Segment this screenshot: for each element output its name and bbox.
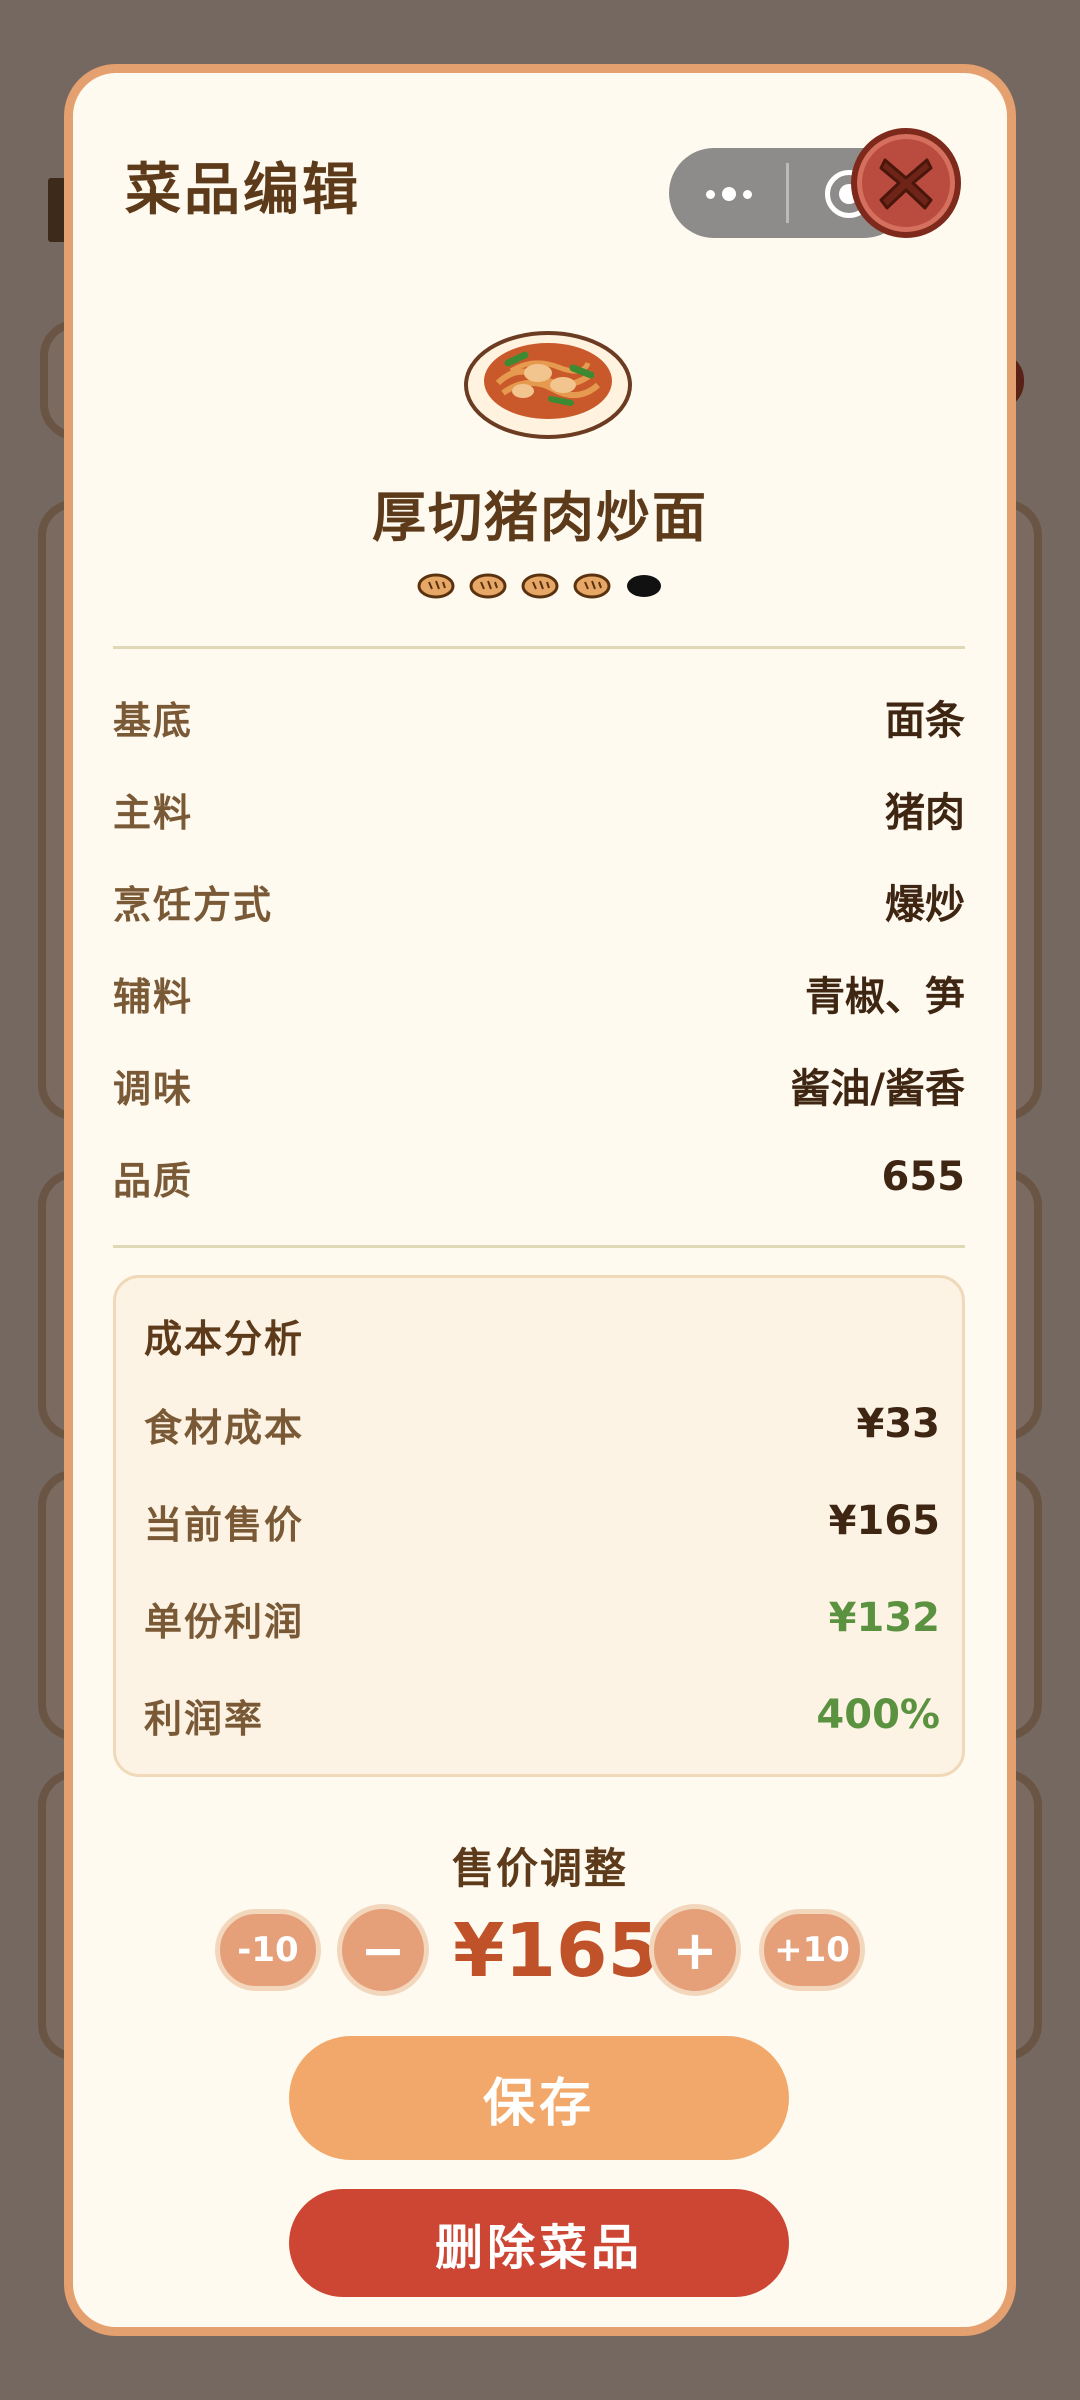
dish-name: 厚切猪肉炒面: [372, 486, 708, 549]
save-button[interactable]: 保存: [289, 2036, 789, 2160]
close-icon: [879, 158, 933, 210]
cost-value: ¥33: [856, 1401, 941, 1447]
noodle-dish-icon: [464, 331, 632, 439]
detail-label: 调味: [113, 1066, 194, 1111]
detail-row-side: 辅料 青椒、笋: [113, 963, 965, 1023]
more-dots-icon[interactable]: [699, 174, 759, 214]
cost-row-margin: 利润率 400%: [144, 1685, 940, 1745]
bread-empty-icon: [627, 575, 661, 597]
capsule-divider: [786, 163, 789, 223]
price-display: ¥165: [453, 1908, 659, 1994]
plus-button[interactable]: +: [649, 1904, 741, 1996]
detail-row-method: 烹饪方式 爆炒: [113, 871, 965, 931]
cost-label: 单份利润: [144, 1599, 305, 1644]
delete-dish-button[interactable]: 删除菜品: [289, 2189, 789, 2297]
detail-row-quality: 品质 655: [113, 1147, 965, 1207]
cost-row-price: 当前售价 ¥165: [144, 1491, 940, 1551]
modal-title: 菜品编辑: [125, 158, 361, 223]
divider: [113, 1245, 965, 1248]
bread-icon: [573, 573, 611, 599]
detail-label: 主料: [113, 790, 194, 835]
cost-row-ingredient: 食材成本 ¥33: [144, 1394, 940, 1454]
detail-label: 辅料: [113, 974, 194, 1019]
bread-icon: [469, 573, 507, 599]
cost-value: 400%: [816, 1692, 940, 1738]
detail-value: 655: [881, 1154, 966, 1200]
detail-label: 基底: [113, 698, 194, 743]
bread-icon: [521, 573, 559, 599]
detail-row-seasoning: 调味 酱油/酱香: [113, 1055, 965, 1115]
detail-value: 猪肉: [885, 790, 965, 836]
detail-value: 酱油/酱香: [790, 1066, 965, 1112]
close-button[interactable]: [851, 128, 961, 238]
cost-analysis-title: 成本分析: [144, 1317, 305, 1361]
minus-button[interactable]: −: [337, 1904, 429, 1996]
cost-value: ¥132: [828, 1595, 940, 1641]
bread-icon: [417, 573, 455, 599]
cost-analysis-panel: 成本分析 食材成本 ¥33 当前售价 ¥165 单份利润 ¥132 利润率 40…: [113, 1275, 965, 1777]
cost-value: ¥165: [828, 1498, 940, 1544]
detail-label: 烹饪方式: [113, 882, 274, 927]
detail-label: 品质: [113, 1158, 194, 1203]
cost-label: 利润率: [144, 1696, 265, 1741]
minus-10-button[interactable]: -10: [215, 1909, 321, 1991]
cost-label: 当前售价: [144, 1502, 305, 1547]
detail-value: 爆炒: [885, 882, 965, 928]
detail-value: 面条: [885, 698, 965, 744]
cost-row-profit: 单份利润 ¥132: [144, 1588, 940, 1648]
detail-row-base: 基底 面条: [113, 687, 965, 747]
cost-label: 食材成本: [144, 1405, 305, 1450]
detail-row-main: 主料 猪肉: [113, 779, 965, 839]
plus-10-button[interactable]: +10: [759, 1909, 865, 1991]
detail-value: 青椒、笋: [805, 974, 965, 1020]
divider: [113, 646, 965, 649]
dish-edit-modal: 菜品编辑 厚切猪肉炒面 基底 面条 主料 猪肉 烹饪方式 爆炒 辅料 青椒、笋 …: [64, 64, 1016, 2336]
quality-rating: [73, 571, 1007, 601]
price-adjust-title: 售价调整: [451, 1844, 628, 1893]
